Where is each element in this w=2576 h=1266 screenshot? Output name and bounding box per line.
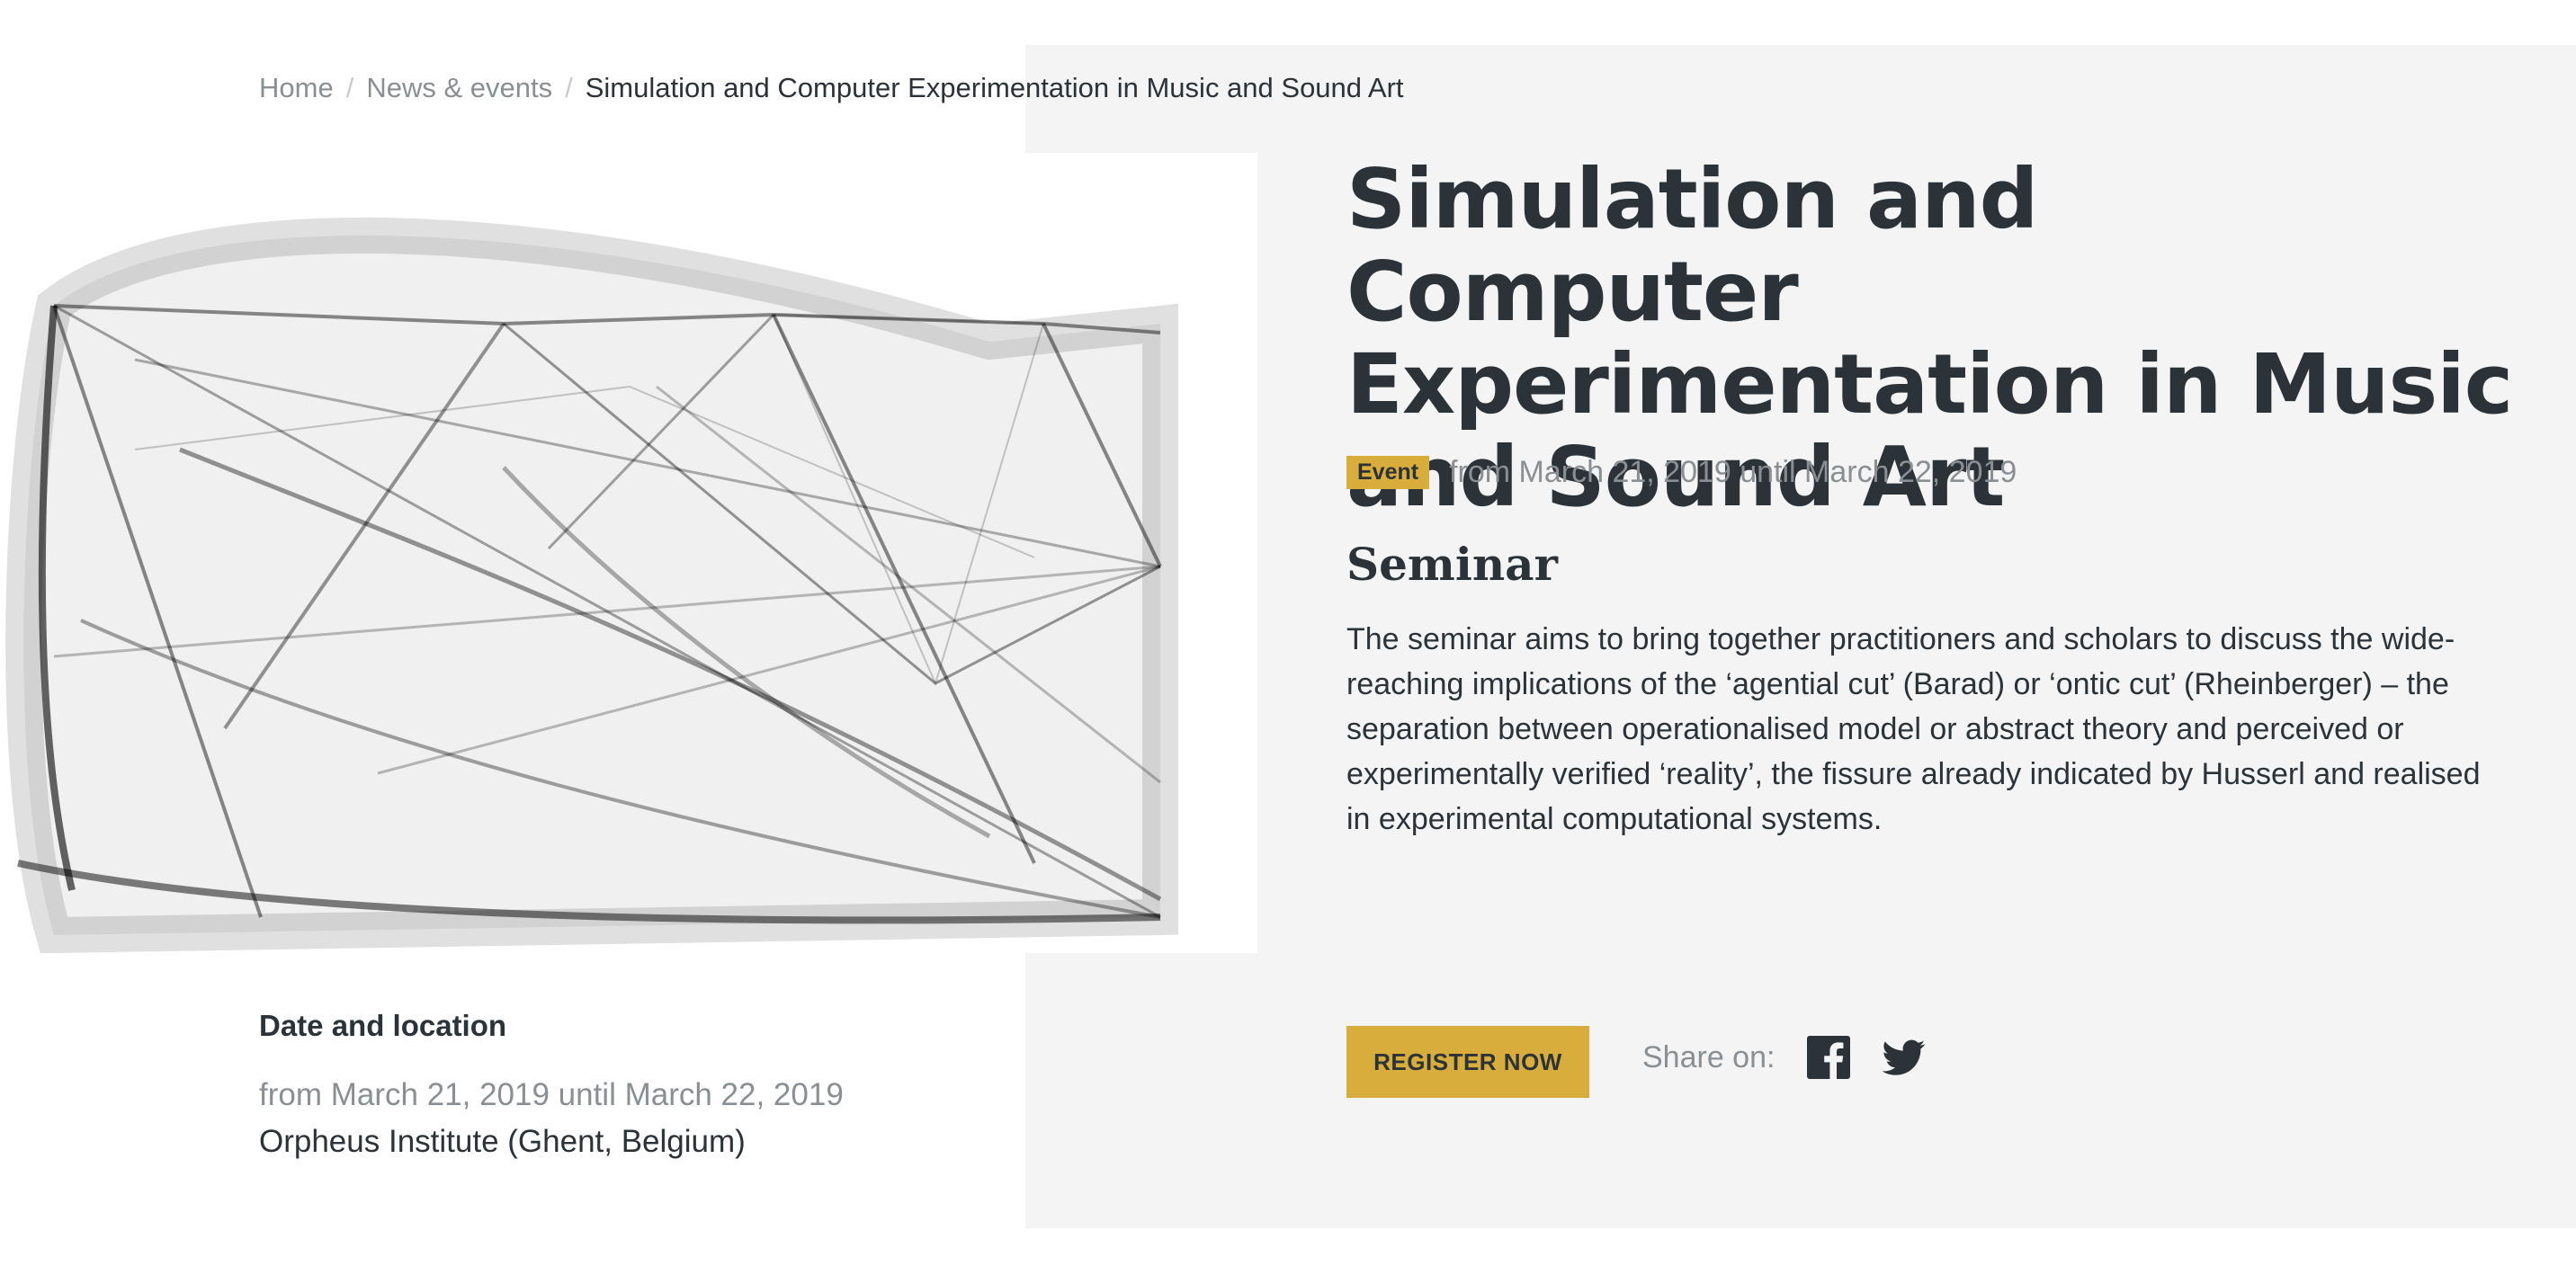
date-location-heading: Date and location	[259, 1009, 507, 1042]
share-label: Share on:	[1642, 1039, 1775, 1074]
event-description: The seminar aims to bring together pract…	[1346, 622, 2481, 836]
event-meta: Event from March 21, 2019 until March 22…	[1346, 455, 2017, 490]
breadcrumb-news-link[interactable]: News & events	[366, 72, 552, 103]
date-location-venue: Orpheus Institute (Ghent, Belgium)	[259, 1124, 746, 1159]
facebook-icon[interactable]	[1807, 1036, 1851, 1079]
event-section-title: Seminar	[1346, 538, 1558, 591]
breadcrumb-separator: /	[345, 72, 354, 103]
breadcrumb: Home / News & events / Simulation and Comput…	[259, 70, 1404, 106]
abstract-line-artwork	[5, 217, 1178, 953]
breadcrumb-home-link[interactable]: Home	[259, 72, 334, 103]
register-now-button[interactable]: REGISTER NOW	[1346, 1026, 1589, 1098]
event-date-range: from March 21, 2019 until March 22, 2019	[1449, 455, 2017, 489]
date-location-date: from March 21, 2019 until March 22, 2019	[259, 1077, 844, 1112]
share-links: Share on:	[1642, 1036, 1926, 1079]
twitter-icon[interactable]	[1883, 1036, 1926, 1079]
event-type-badge: Event	[1346, 456, 1430, 489]
breadcrumb-current: Simulation and Computer Experimentation …	[585, 72, 1404, 103]
breadcrumb-separator: /	[565, 72, 573, 103]
event-artwork-image	[0, 153, 1257, 953]
